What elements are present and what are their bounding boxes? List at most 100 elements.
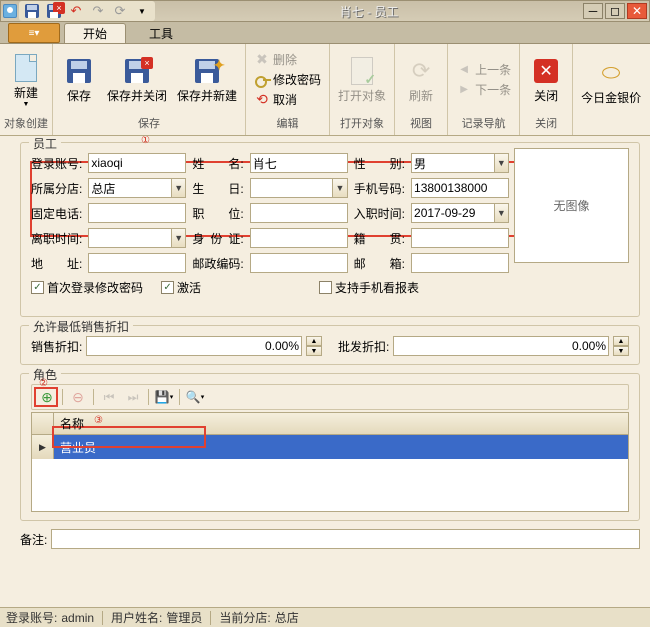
login-id-input[interactable] bbox=[88, 153, 186, 173]
id-card-input[interactable] bbox=[250, 228, 348, 248]
change-password-button[interactable]: 修改密码 bbox=[250, 70, 325, 89]
tab-start[interactable]: 开始 bbox=[64, 23, 126, 43]
gender-dropdown-button[interactable]: ▼ bbox=[494, 153, 509, 173]
tab-tools[interactable]: 工具 bbox=[130, 23, 192, 43]
label-birthday: 生日: bbox=[192, 180, 243, 197]
gender-input[interactable] bbox=[411, 153, 494, 173]
name-input[interactable] bbox=[250, 153, 348, 173]
discount-group: 允许最低销售折扣 销售折扣: ▲ ▼ 批发折扣: ▲ ▼ bbox=[20, 325, 640, 365]
mobile-report-checkbox[interactable]: 支持手机看报表 bbox=[319, 279, 419, 296]
label-postcode: 邮政编码: bbox=[192, 255, 243, 272]
label-branch: 所属分店: bbox=[31, 180, 82, 197]
ribbon: 新建 ▼ 对象创建 保存 × 保存并关闭 ✦ 保存并新建 保存 bbox=[0, 44, 650, 136]
address-input[interactable] bbox=[88, 253, 186, 273]
postcode-input[interactable] bbox=[250, 253, 348, 273]
remark-input[interactable] bbox=[51, 529, 640, 549]
role-search-button[interactable]: 🔍▾ bbox=[184, 387, 206, 407]
label-name: 姓名: bbox=[192, 155, 243, 172]
new-icon bbox=[10, 52, 42, 84]
label-remark: 备注: bbox=[20, 531, 47, 548]
hometown-input[interactable] bbox=[411, 228, 509, 248]
label-gender: 性别: bbox=[354, 155, 405, 172]
wholesale-discount-down[interactable]: ▼ bbox=[613, 346, 629, 356]
cancel-button[interactable]: ⟲ 取消 bbox=[250, 90, 325, 109]
content-scroll[interactable]: 员工 ① 登录账号: 姓名: 性别: ▼ 所属分店: ▼ 生日: ▼ 手机号码:… bbox=[0, 136, 650, 607]
birthday-dropdown-button[interactable]: ▼ bbox=[332, 178, 347, 198]
active-checkbox[interactable]: ✓ 激活 bbox=[161, 279, 201, 296]
role-add-button[interactable]: ⊕ bbox=[36, 387, 58, 407]
next-record-button: ▶ 下一条 bbox=[452, 80, 515, 99]
image-placeholder[interactable]: 无图像 bbox=[514, 148, 629, 263]
remark-row: 备注: bbox=[20, 529, 640, 549]
close-button[interactable]: ✕ 关闭 bbox=[524, 53, 568, 106]
role-first-button: ⏮ bbox=[98, 387, 120, 407]
employee-group: 员工 ① 登录账号: 姓名: 性别: ▼ 所属分店: ▼ 生日: ▼ 手机号码:… bbox=[20, 142, 640, 317]
status-branch-label: 当前分店: bbox=[219, 609, 270, 626]
save-close-button[interactable]: × 保存并关闭 bbox=[103, 53, 171, 106]
open-icon bbox=[346, 55, 378, 87]
branch-dropdown-button[interactable]: ▼ bbox=[171, 178, 186, 198]
mobile-input[interactable] bbox=[411, 178, 509, 198]
delete-button: ✖ 删除 bbox=[250, 50, 325, 69]
email-input[interactable] bbox=[411, 253, 509, 273]
leave-date-input[interactable] bbox=[88, 228, 171, 248]
app-menu-button[interactable]: ≡▾ bbox=[8, 23, 60, 43]
birthday-input[interactable] bbox=[250, 178, 333, 198]
qat-dropdown-icon[interactable]: ▼ bbox=[133, 3, 151, 19]
phone-input[interactable] bbox=[88, 203, 186, 223]
no-image-label: 无图像 bbox=[553, 197, 589, 214]
group-title-edit: 编辑 bbox=[277, 113, 299, 133]
check-icon bbox=[319, 281, 332, 294]
label-phone: 固定电话: bbox=[31, 205, 82, 222]
maximize-button[interactable]: ◻ bbox=[605, 3, 625, 19]
role-export-button[interactable]: 💾▾ bbox=[153, 387, 175, 407]
save-new-icon: ✦ bbox=[191, 55, 223, 87]
sales-discount-up[interactable]: ▲ bbox=[306, 336, 322, 346]
label-mobile: 手机号码: bbox=[354, 180, 405, 197]
label-email: 邮箱: bbox=[354, 255, 405, 272]
group-title-open: 打开对象 bbox=[340, 113, 384, 133]
qat-save-icon[interactable] bbox=[23, 3, 41, 19]
table-row[interactable]: ▶ 营业员 bbox=[32, 435, 628, 459]
qat-save-close-icon[interactable]: × bbox=[45, 3, 63, 19]
first-login-pwd-checkbox[interactable]: ✓ 首次登录修改密码 bbox=[31, 279, 143, 296]
gold-price-button[interactable]: ⬭ 今日金银价 bbox=[577, 55, 645, 108]
position-input[interactable] bbox=[250, 203, 348, 223]
minimize-button[interactable]: ─ bbox=[583, 3, 603, 19]
gold-icon: ⬭ bbox=[595, 57, 627, 89]
sales-discount-down[interactable]: ▼ bbox=[306, 346, 322, 356]
branch-input[interactable] bbox=[88, 178, 171, 198]
undo-icon: ⟲ bbox=[254, 92, 270, 108]
label-login-id: 登录账号: bbox=[31, 155, 82, 172]
qat-undo-icon[interactable]: ↶ bbox=[67, 3, 85, 19]
quick-access-toolbar: × ↶ ↷ ⟳ ▼ bbox=[19, 1, 155, 21]
hire-date-dropdown-button[interactable]: ▼ bbox=[494, 203, 509, 223]
wholesale-discount-up[interactable]: ▲ bbox=[613, 336, 629, 346]
label-position: 职位: bbox=[192, 205, 243, 222]
save-button[interactable]: 保存 bbox=[57, 53, 101, 106]
label-leave-date: 离职时间: bbox=[31, 230, 82, 247]
role-column-name[interactable]: 名称 ③ bbox=[54, 413, 628, 434]
role-table: 名称 ③ ▶ 营业员 bbox=[31, 412, 629, 512]
sales-discount-input[interactable] bbox=[86, 336, 302, 356]
qat-redo-icon[interactable]: ↷ bbox=[89, 3, 107, 19]
wholesale-discount-input[interactable] bbox=[393, 336, 609, 356]
hire-date-input[interactable] bbox=[411, 203, 494, 223]
qat-refresh-icon[interactable]: ⟳ bbox=[111, 3, 129, 19]
save-new-button[interactable]: ✦ 保存并新建 bbox=[173, 53, 241, 106]
status-login-value: admin bbox=[61, 611, 94, 625]
label-hire-date: 入职时间: bbox=[354, 205, 405, 222]
callout-1: ① bbox=[141, 136, 150, 146]
next-icon: ▶ bbox=[456, 82, 472, 98]
group-title-view: 视图 bbox=[410, 113, 432, 133]
role-header-selector[interactable] bbox=[32, 413, 54, 433]
app-icon bbox=[3, 4, 17, 18]
leave-date-dropdown-button[interactable]: ▼ bbox=[171, 228, 186, 248]
check-icon: ✓ bbox=[161, 281, 174, 294]
new-button[interactable]: 新建 ▼ bbox=[4, 50, 48, 110]
label-address: 地址: bbox=[31, 255, 82, 272]
role-last-button: ⏭ bbox=[122, 387, 144, 407]
close-window-button[interactable]: ✕ bbox=[627, 3, 647, 19]
role-group: 角色 ② ⊕ ⊖ ⏮ ⏭ 💾▾ 🔍▾ 名称 ③ ▶ 营业员 bbox=[20, 373, 640, 521]
label-wholesale-discount: 批发折扣: bbox=[338, 338, 389, 355]
